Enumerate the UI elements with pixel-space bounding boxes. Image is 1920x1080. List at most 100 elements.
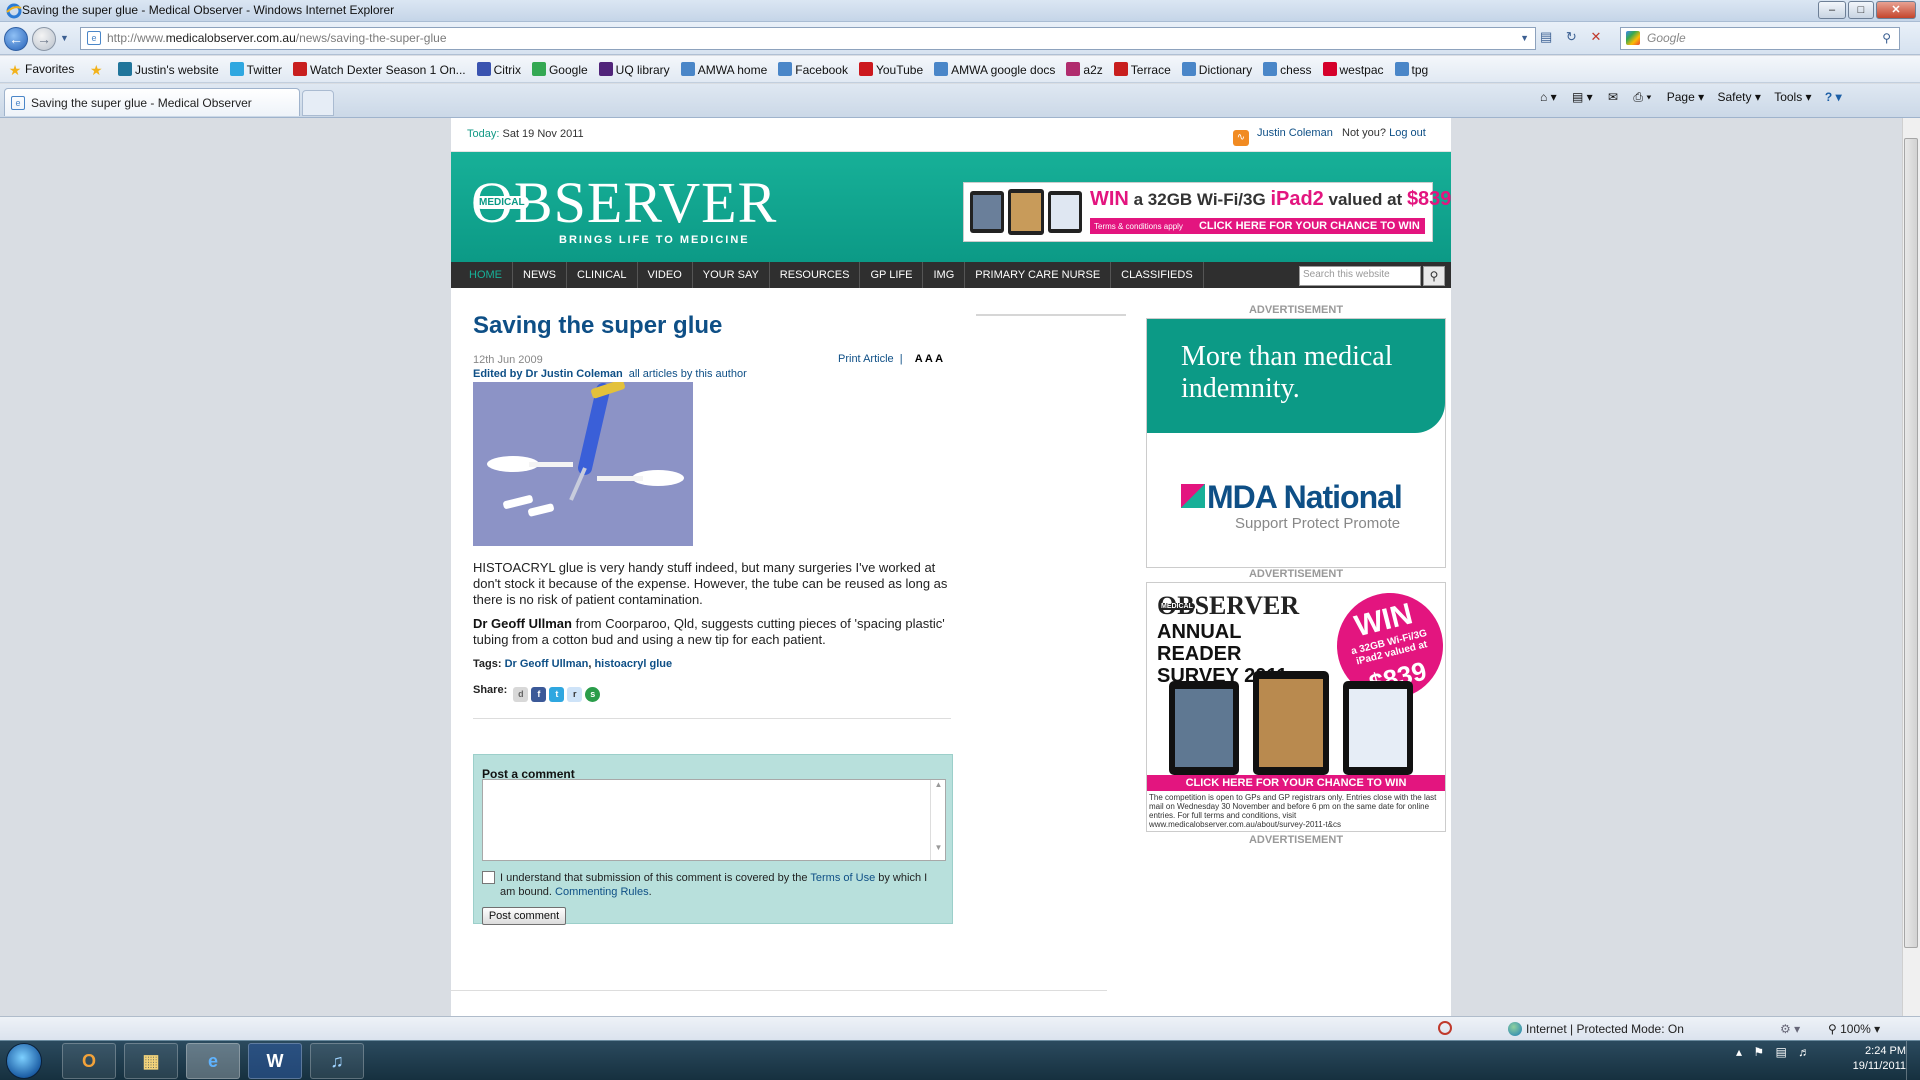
address-dropdown-icon[interactable]: ▼	[1520, 28, 1529, 49]
textarea-scrollbar[interactable]: ▲ ▼	[930, 780, 946, 860]
favorite-link[interactable]: Justin's website	[118, 62, 219, 77]
banner-mid: a 32GB Wi-Fi/3G	[1128, 190, 1271, 209]
favorites-button[interactable]: ★ Favorites	[8, 62, 75, 77]
network-icon[interactable]: ▤	[1775, 1045, 1786, 1059]
start-button[interactable]	[6, 1043, 42, 1079]
ie-taskbar-button[interactable]: e	[186, 1043, 240, 1079]
tab-active[interactable]: e Saving the super glue - Medical Observ…	[4, 88, 300, 116]
word-taskbar-button[interactable]: W	[248, 1043, 302, 1079]
mda-national-ad[interactable]: More than medical indemnity. MDA Nationa…	[1146, 318, 1446, 568]
nav-item-your-say[interactable]: YOUR SAY	[693, 262, 770, 288]
help-menu[interactable]: ? ▾	[1825, 90, 1842, 104]
a2z-icon	[1066, 62, 1081, 76]
clock[interactable]: 2:24 PM 19/11/2011	[1820, 1044, 1920, 1074]
outlook-taskbar-button[interactable]: O	[62, 1043, 116, 1079]
favorite-link[interactable]: YouTube	[858, 62, 923, 77]
logo-medical: MEDICAL	[475, 196, 529, 209]
nav-item-resources[interactable]: RESOURCES	[770, 262, 861, 288]
mail-icon[interactable]: ✉	[1608, 90, 1618, 104]
close-button[interactable]: ✕	[1876, 1, 1916, 19]
recent-pages-dropdown-icon[interactable]: ▼	[60, 33, 69, 43]
site-search-button[interactable]: ⚲	[1423, 266, 1445, 286]
favorite-link[interactable]: Citrix	[476, 62, 521, 77]
feeds-icon[interactable]: ▤ ▾	[1572, 90, 1593, 104]
protected-mode-icon[interactable]: ⚙ ▾	[1780, 1022, 1800, 1036]
page-menu[interactable]: Page ▾	[1667, 90, 1704, 104]
tools-menu[interactable]: Tools ▾	[1774, 90, 1811, 104]
nav-item-news[interactable]: NEWS	[513, 262, 567, 288]
nav-item-home[interactable]: HOME	[459, 262, 513, 288]
show-hidden-icons[interactable]: ▴	[1736, 1045, 1742, 1059]
back-button[interactable]: ←	[4, 27, 28, 51]
safety-menu[interactable]: Safety ▾	[1717, 90, 1760, 104]
reddit-icon[interactable]: r	[567, 687, 583, 702]
compatibility-icon[interactable]: ▤	[1540, 29, 1552, 44]
scrollbar-thumb[interactable]	[1904, 138, 1918, 948]
site-logo[interactable]: OBSERVER MEDICAL BRINGS LIFE TO MEDICINE	[471, 172, 791, 247]
favorite-link[interactable]: a2z	[1066, 62, 1103, 77]
favorite-link[interactable]: westpac	[1322, 62, 1384, 77]
forward-button[interactable]: →	[32, 27, 56, 51]
itunes-taskbar-button[interactable]: ♫	[310, 1043, 364, 1079]
favorite-link[interactable]: chess	[1263, 62, 1312, 77]
stumbleupon-icon[interactable]: s	[585, 687, 601, 702]
favorite-link[interactable]: Google	[531, 62, 588, 77]
maximize-button[interactable]: □	[1848, 1, 1874, 19]
favorite-link[interactable]: Watch Dexter Season 1 On...	[293, 62, 466, 77]
explorer-taskbar-button[interactable]: ▦	[124, 1043, 178, 1079]
home-icon[interactable]: ⌂ ▾	[1540, 90, 1557, 104]
minimize-button[interactable]: –	[1818, 1, 1846, 19]
site-search-input[interactable]: Search this website	[1299, 266, 1421, 286]
facebook-icon[interactable]: f	[531, 687, 547, 702]
favorite-link[interactable]: Terrace	[1113, 62, 1171, 77]
favorite-link[interactable]: Facebook	[778, 62, 848, 77]
uq-icon	[598, 62, 613, 76]
address-input[interactable]: e http://www.medicalobserver.com.au/news…	[80, 27, 1536, 50]
print-icon[interactable]: ⎙ ▾	[1633, 90, 1651, 104]
zoom-level: 100%	[1840, 1022, 1871, 1036]
digg-icon[interactable]: d	[513, 687, 529, 702]
volume-icon[interactable]: ♬	[1798, 1045, 1810, 1059]
nav-item-gp-life[interactable]: GP LIFE	[860, 262, 924, 288]
nav-item-primary-care-nurse[interactable]: PRIMARY CARE NURSE	[965, 262, 1112, 288]
wordpress-icon	[118, 62, 132, 76]
comment-textarea[interactable]: ▲ ▼	[482, 779, 946, 861]
popup-blocker-icon[interactable]	[1438, 1021, 1452, 1035]
user-name-link[interactable]: Justin Coleman	[1257, 127, 1333, 139]
search-icon[interactable]: ⚲	[1882, 28, 1891, 49]
search-input[interactable]: Google ⚲	[1620, 27, 1900, 50]
nav-item-clinical[interactable]: CLINICAL	[567, 262, 638, 288]
nav-item-video[interactable]: VIDEO	[638, 262, 693, 288]
tag-link[interactable]: Dr Geoff Ullman	[505, 658, 589, 670]
nav-item-classifieds[interactable]: CLASSIFIEDS	[1111, 262, 1204, 288]
flag-icon[interactable]: ⚑	[1753, 1045, 1764, 1059]
banner-valued: valued at	[1323, 190, 1407, 209]
add-favorite-icon[interactable]: ★	[90, 62, 103, 79]
tag-link[interactable]: histoacryl glue	[594, 658, 672, 670]
favorite-link[interactable]: Twitter	[229, 62, 282, 77]
new-tab-button[interactable]	[302, 90, 334, 116]
show-desktop-button[interactable]	[1906, 1041, 1920, 1080]
rss-icon[interactable]: ∿	[1233, 130, 1249, 146]
nav-item-img[interactable]: IMG	[923, 262, 966, 288]
favorite-link[interactable]: tpg	[1394, 62, 1428, 77]
twitter-icon[interactable]: t	[549, 687, 565, 702]
logout-link[interactable]: Log out	[1389, 127, 1426, 139]
favorite-link[interactable]: AMWA google docs	[934, 62, 1055, 77]
font-size-controls[interactable]: A A A	[915, 353, 943, 365]
header-banner-ad[interactable]: WIN a 32GB Wi-Fi/3G iPad2 valued at $839…	[963, 182, 1451, 242]
print-article-link[interactable]: Print Article	[838, 353, 894, 365]
stop-icon[interactable]: ✕	[1590, 29, 1601, 44]
zoom-control[interactable]: ⚲ 100% ▾	[1828, 1022, 1880, 1036]
commenting-rules-link[interactable]: Commenting Rules	[555, 886, 649, 898]
favorite-link[interactable]: AMWA home	[680, 62, 767, 77]
terms-of-use-link[interactable]: Terms of Use	[810, 872, 875, 884]
article-image	[473, 382, 693, 546]
reader-survey-ad[interactable]: OBSERVER MEDICAL ANNUAL READER SURVEY 20…	[1146, 581, 1455, 832]
refresh-icon[interactable]: ↻	[1566, 29, 1577, 44]
post-comment-button[interactable]: Post comment	[482, 907, 566, 925]
agree-checkbox[interactable]	[482, 871, 495, 884]
favorite-link[interactable]: Dictionary	[1181, 62, 1252, 77]
all-articles-link[interactable]: all articles by this author	[629, 368, 747, 380]
favorite-link[interactable]: UQ library	[598, 62, 670, 77]
